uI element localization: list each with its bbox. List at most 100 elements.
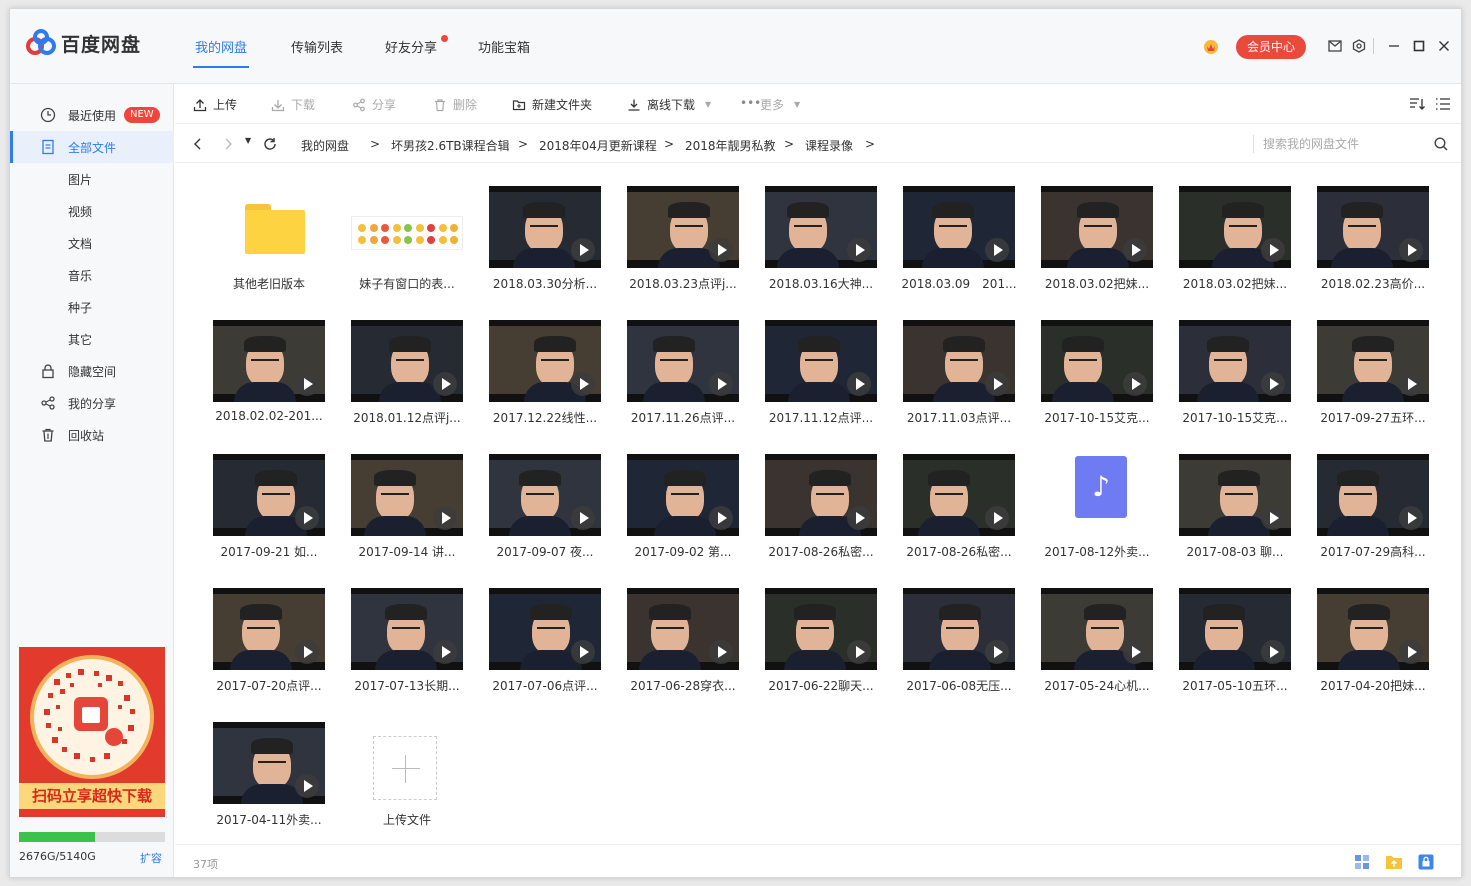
upload-file-tile[interactable]: 上传文件 (345, 708, 469, 832)
play-icon[interactable] (1261, 640, 1285, 664)
play-icon[interactable] (985, 640, 1009, 664)
play-icon[interactable] (709, 640, 733, 664)
play-icon[interactable] (985, 506, 1009, 530)
sidebar-item-hidden-space[interactable]: 隐藏空间 (10, 355, 174, 387)
sidebar-item-all-files[interactable]: 全部文件 (10, 131, 174, 163)
play-icon[interactable] (295, 372, 319, 396)
new-folder-button[interactable]: 新建文件夹 (512, 96, 592, 113)
file-tile[interactable]: 2017-06-08无压... (897, 574, 1021, 698)
sidebar-item-images[interactable]: 图片 (10, 163, 174, 195)
file-tile[interactable]: 2017-09-14 讲... (345, 440, 469, 564)
file-tile[interactable]: 2017-07-13长期... (345, 574, 469, 698)
play-icon[interactable] (985, 238, 1009, 262)
refresh-icon[interactable] (263, 137, 277, 151)
close-icon[interactable] (1435, 37, 1453, 55)
play-icon[interactable] (1399, 238, 1423, 262)
play-icon[interactable] (847, 238, 871, 262)
file-tile[interactable]: 2017-07-20点评... (207, 574, 331, 698)
play-icon[interactable] (571, 640, 595, 664)
file-tile[interactable]: 2017.11.26点评... (621, 306, 745, 430)
play-icon[interactable] (985, 372, 1009, 396)
tab-transfer-list[interactable]: 传输列表 (291, 37, 343, 56)
more-button[interactable]: ••• 更多 ▼ (740, 96, 800, 113)
file-tile[interactable]: 2018.01.12点评j... (345, 306, 469, 430)
back-icon[interactable] (193, 138, 203, 150)
safe-box-icon[interactable] (1417, 853, 1435, 871)
play-icon[interactable] (571, 372, 595, 396)
play-icon[interactable] (571, 506, 595, 530)
settings-icon[interactable] (1350, 37, 1368, 55)
forward-icon[interactable] (223, 138, 233, 150)
file-tile[interactable]: 2017-10-15艾克... (1035, 306, 1159, 430)
offline-download-button[interactable]: 离线下载 ▼ (627, 96, 711, 113)
file-tile[interactable]: 2017-08-12外卖... (1035, 440, 1159, 564)
tab-friend-share[interactable]: 好友分享 (385, 37, 437, 56)
breadcrumb-item[interactable]: 我的网盘 (301, 137, 349, 154)
sidebar-item-recycle-bin[interactable]: 回收站 (10, 419, 174, 451)
file-tile[interactable]: 2017.11.03点评... (897, 306, 1021, 430)
vip-crown-icon[interactable] (1202, 37, 1220, 55)
play-icon[interactable] (1261, 506, 1285, 530)
sidebar-item-documents[interactable]: 文档 (10, 227, 174, 259)
file-tile[interactable]: 2017-06-22聊天... (759, 574, 883, 698)
file-tile[interactable]: 2017-09-07 夜... (483, 440, 607, 564)
file-tile[interactable]: 2017-06-28穿衣... (621, 574, 745, 698)
breadcrumb-item[interactable]: 2018年04月更新课程 (539, 137, 657, 154)
sidebar-item-other[interactable]: 其它 (10, 323, 174, 355)
list-view-icon[interactable] (1435, 97, 1451, 111)
tab-toolbox[interactable]: 功能宝箱 (478, 37, 530, 56)
upload-button[interactable]: 上传 (193, 96, 237, 113)
search-icon[interactable] (1433, 136, 1449, 152)
play-icon[interactable] (1399, 640, 1423, 664)
play-icon[interactable] (571, 238, 595, 262)
tab-my-drive[interactable]: 我的网盘 (192, 37, 250, 68)
file-tile[interactable]: 2017-05-10五环... (1173, 574, 1297, 698)
play-icon[interactable] (433, 506, 457, 530)
play-icon[interactable] (1261, 372, 1285, 396)
file-tile[interactable]: 2017-09-02 第... (621, 440, 745, 564)
promo-banner[interactable]: 扫码立享超快下载 (19, 647, 165, 817)
file-tile[interactable]: 2017-04-20把妹... (1311, 574, 1435, 698)
folder-upload-icon[interactable] (1385, 853, 1403, 871)
play-icon[interactable] (847, 506, 871, 530)
file-tile[interactable]: 2017-07-06点评... (483, 574, 607, 698)
search-input[interactable] (1263, 134, 1423, 154)
file-tile[interactable]: 2017.11.12点评... (759, 306, 883, 430)
play-icon[interactable] (847, 372, 871, 396)
mail-icon[interactable] (1326, 37, 1344, 55)
play-icon[interactable] (295, 506, 319, 530)
expand-storage-link[interactable]: 扩容 (140, 850, 162, 866)
file-tile[interactable]: 2017-10-15艾克... (1173, 306, 1297, 430)
file-tile[interactable]: 妹子有窗口的表... (345, 172, 469, 296)
sidebar-item-my-shares[interactable]: 我的分享 (10, 387, 174, 419)
grid-view-icon[interactable] (1353, 853, 1371, 871)
member-center-button[interactable]: 会员中心 (1236, 35, 1306, 59)
play-icon[interactable] (1123, 372, 1147, 396)
file-tile[interactable]: 2017-09-21 如... (207, 440, 331, 564)
file-tile[interactable]: 2018.02.02-201... (207, 306, 331, 430)
file-tile[interactable]: 2018.02.23高价... (1311, 172, 1435, 296)
breadcrumb-item[interactable]: 2018年靓男私教 (685, 137, 776, 154)
file-tile[interactable]: 2017-04-11外卖... (207, 708, 331, 832)
play-icon[interactable] (433, 372, 457, 396)
share-button[interactable]: 分享 (352, 96, 396, 113)
file-tile[interactable]: 2018.03.09 201... (897, 172, 1021, 296)
play-icon[interactable] (433, 640, 457, 664)
file-tile[interactable]: 2017-07-29高科... (1311, 440, 1435, 564)
breadcrumb-item[interactable]: 课程录像 (805, 137, 853, 154)
plus-icon[interactable] (373, 736, 437, 800)
maximize-icon[interactable] (1410, 37, 1428, 55)
file-tile[interactable]: 2018.03.02把妹... (1035, 172, 1159, 296)
play-icon[interactable] (709, 506, 733, 530)
play-icon[interactable] (709, 238, 733, 262)
file-tile[interactable]: 2017-09-27五环... (1311, 306, 1435, 430)
sort-icon[interactable] (1409, 97, 1425, 111)
minimize-icon[interactable] (1385, 37, 1403, 55)
file-tile[interactable]: 2018.03.02把妹... (1173, 172, 1297, 296)
history-dropdown-icon[interactable]: ▼ (245, 136, 251, 145)
file-tile[interactable]: 2017.12.22线性... (483, 306, 607, 430)
file-tile[interactable]: 2017-08-26私密... (759, 440, 883, 564)
file-tile[interactable]: 其他老旧版本 (207, 172, 331, 296)
play-icon[interactable] (1261, 238, 1285, 262)
breadcrumb-item[interactable]: 坏男孩2.6TB课程合辑 (391, 137, 510, 154)
